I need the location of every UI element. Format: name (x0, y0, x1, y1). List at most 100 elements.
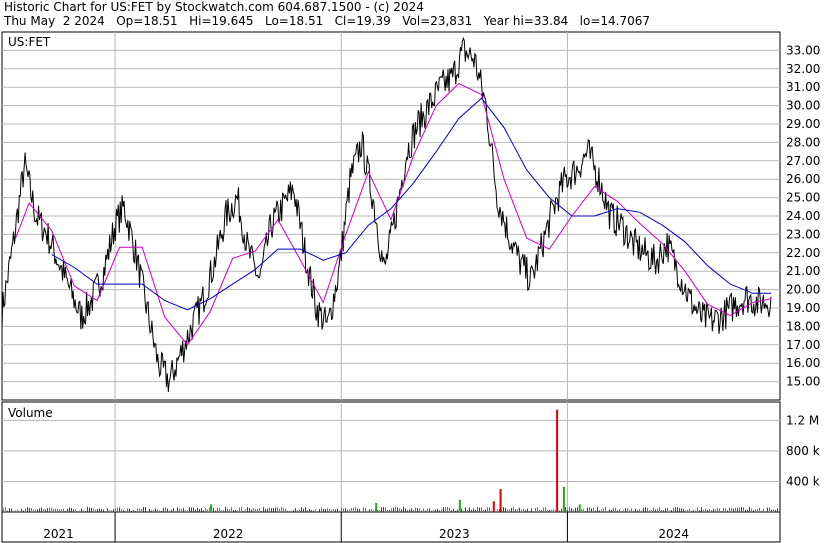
price-tick-label: 20.00 (786, 283, 820, 297)
volume-bar (7, 510, 8, 512)
volume-bar (371, 509, 372, 512)
volume-bar (339, 510, 340, 512)
volume-bar (19, 510, 20, 512)
volume-spike-bar (375, 502, 378, 512)
volume-bar (257, 509, 258, 512)
volume-bar (767, 507, 768, 512)
volume-bar (419, 508, 420, 512)
volume-bar (325, 508, 326, 512)
volume-bar (299, 509, 300, 512)
volume-bar (469, 507, 470, 512)
volume-bar (139, 508, 140, 512)
volume-bar (135, 510, 136, 512)
volume-bar (685, 510, 686, 512)
volume-bar (367, 510, 368, 512)
volume-bar (689, 508, 690, 512)
volume-bar (451, 510, 452, 512)
volume-bar (285, 508, 286, 512)
volume-bar (277, 507, 278, 512)
volume-bar (449, 507, 450, 512)
volume-bar (125, 510, 126, 512)
volume-bar (315, 509, 316, 512)
x-axis-year-label: 2023 (439, 527, 470, 541)
volume-bar (743, 507, 744, 512)
volume-bar (313, 510, 314, 512)
volume-bar (413, 510, 414, 512)
volume-bar (427, 508, 428, 512)
volume-bar (247, 507, 248, 512)
volume-bar (337, 508, 338, 512)
volume-bar (755, 509, 756, 512)
volume-bar (519, 507, 520, 512)
volume-bar (445, 507, 446, 512)
x-axis-year-label: 2021 (43, 527, 74, 541)
price-tick-label: 27.00 (786, 154, 820, 168)
volume-bar (443, 507, 444, 512)
volume-bar (229, 509, 230, 512)
volume-bar (641, 510, 642, 512)
volume-bar (759, 508, 760, 512)
volume-bar (335, 509, 336, 512)
volume-bar (289, 510, 290, 512)
volume-bar (369, 509, 370, 512)
volume-bar (225, 506, 226, 512)
volume-bar (503, 506, 504, 512)
volume-bar (465, 507, 466, 512)
volume-bar (447, 506, 448, 512)
volume-bar (317, 510, 318, 512)
volume-bar (103, 509, 104, 512)
volume-bar (457, 509, 458, 512)
volume-bar (627, 508, 628, 512)
volume-bar (331, 509, 332, 512)
volume-bar (13, 510, 14, 512)
volume-bar (753, 510, 754, 512)
volume-bar (661, 509, 662, 512)
volume-bar (359, 509, 360, 512)
volume-bar (11, 508, 12, 512)
volume-bar (355, 507, 356, 512)
volume-bar (301, 507, 302, 512)
volume-bar (471, 509, 472, 512)
volume-spike-bar (492, 501, 495, 512)
volume-bar (543, 507, 544, 512)
volume-bar (159, 510, 160, 512)
volume-bar (765, 510, 766, 512)
volume-bar (243, 510, 244, 512)
volume-bar (111, 510, 112, 512)
volume-bar (161, 510, 162, 512)
volume-bar (297, 510, 298, 512)
volume-bar (515, 509, 516, 512)
volume-bar (319, 508, 320, 512)
price-tick-label: 31.00 (786, 80, 820, 94)
volume-bar (505, 508, 506, 512)
price-series-line (1, 36, 772, 392)
volume-bar (633, 510, 634, 512)
price-tick-label: 26.00 (786, 172, 820, 186)
volume-bar (303, 508, 304, 512)
price-tick-label: 18.00 (786, 319, 820, 333)
volume-bar (83, 510, 84, 512)
volume-bar (575, 507, 576, 512)
volume-bar (609, 509, 610, 512)
volume-bar (733, 508, 734, 512)
volume-bar (137, 508, 138, 512)
volume-bar (693, 510, 694, 512)
volume-bar (663, 510, 664, 512)
volume-bar (61, 508, 62, 512)
volume-bar (287, 510, 288, 512)
volume-bar (393, 507, 394, 512)
volume-bar (163, 507, 164, 512)
volume-bar (323, 508, 324, 512)
x-axis-year-label: 2022 (213, 527, 244, 541)
volume-bar (203, 510, 204, 512)
volume-bar (777, 508, 778, 512)
price-panel-title: US:FET (8, 35, 51, 49)
volume-bar (509, 509, 510, 512)
volume-bar (351, 507, 352, 512)
volume-bar (65, 510, 66, 512)
volume-bar (333, 508, 334, 512)
volume-bar (27, 507, 28, 512)
volume-bar (725, 508, 726, 512)
volume-bar (171, 509, 172, 512)
volume-bar (415, 507, 416, 512)
